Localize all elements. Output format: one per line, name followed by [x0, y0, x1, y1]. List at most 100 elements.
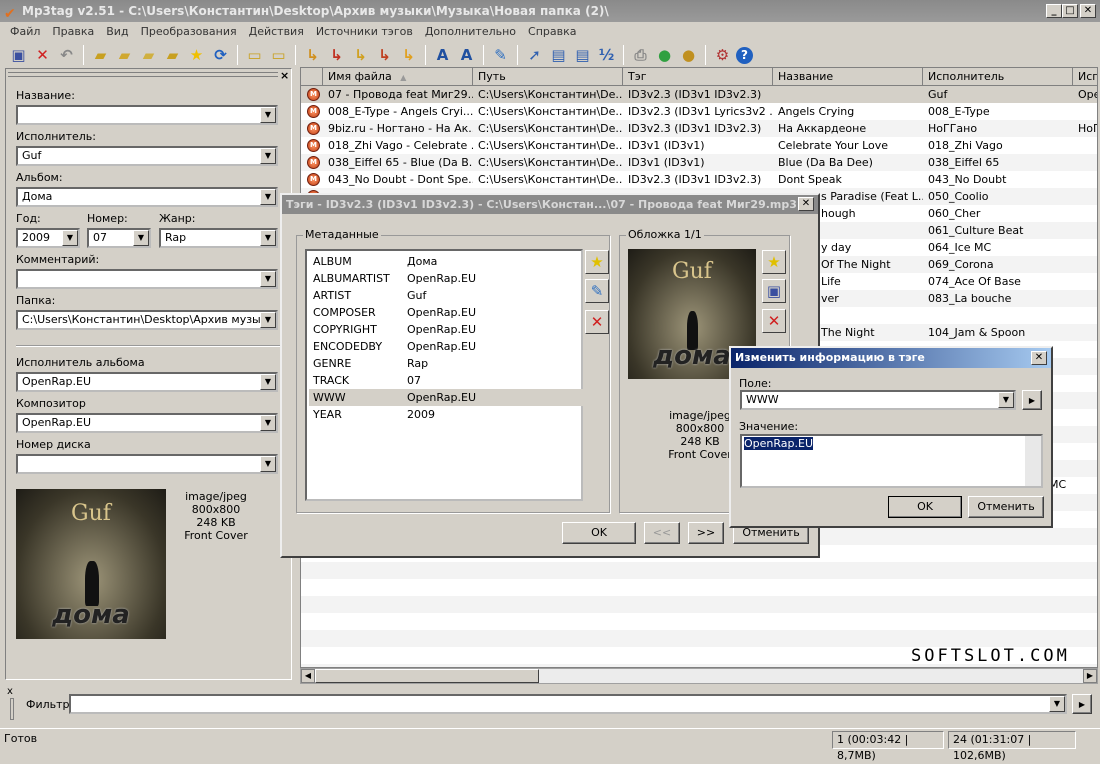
column-header[interactable]: Название	[773, 68, 923, 86]
chevron-down-icon[interactable]: ▼	[260, 374, 276, 390]
metadata-row[interactable]: ARTIST Guf	[309, 287, 583, 304]
column-header[interactable]: Путь	[473, 68, 623, 86]
tags-dialog-close-button[interactable]: ✕	[798, 197, 814, 211]
chevron-down-icon[interactable]: ▼	[260, 189, 276, 205]
column-header[interactable]: Исп	[1073, 68, 1097, 86]
save-cover-button[interactable]: ▣	[762, 279, 786, 303]
album-cover[interactable]: Guf дома	[16, 489, 166, 639]
favorite-folder-icon[interactable]: ▰	[162, 45, 183, 66]
chevron-down-icon[interactable]: ▼	[260, 456, 276, 472]
field-combo[interactable]: Rap ▼	[159, 228, 278, 248]
field-combo[interactable]: OpenRap.EU ▼	[16, 413, 278, 433]
chevron-down-icon[interactable]: ▼	[260, 415, 276, 431]
add-cover-button[interactable]: ★	[762, 250, 786, 274]
maximize-button[interactable]: □	[1062, 4, 1078, 18]
change-directory-icon[interactable]: ▰	[90, 45, 111, 66]
save-icon[interactable]: ▣	[8, 45, 29, 66]
add-field-button[interactable]: ★	[585, 250, 609, 274]
undo-icon[interactable]: ↶	[56, 45, 77, 66]
table-row[interactable]: M 018_Zhi Vago - Celebrate ... C:\Users\Ко…	[301, 137, 1097, 154]
menu-item[interactable]: Справка	[522, 22, 582, 42]
column-header-icon[interactable]	[301, 68, 323, 86]
minimize-button[interactable]: _	[1046, 4, 1062, 18]
filename-to-tag-icon[interactable]: ↳	[326, 45, 347, 66]
table-row[interactable]	[301, 579, 1097, 596]
panel-grip[interactable]	[8, 72, 278, 77]
text-to-tag-icon[interactable]: ↳	[374, 45, 395, 66]
delete-cover-button[interactable]: ✕	[762, 309, 786, 333]
table-row[interactable]: M 008_E-Type - Angels Cryi... C:\Users\Кон…	[301, 103, 1097, 120]
field-menu-button[interactable]: ▶	[1022, 390, 1042, 410]
metadata-row[interactable]: GENRE Rap	[309, 355, 583, 372]
field-combo[interactable]: ▼	[16, 454, 278, 474]
freedb-icon[interactable]: ●	[678, 45, 699, 66]
horizontal-scrollbar[interactable]: ◀ ▶	[300, 668, 1098, 684]
field-combo[interactable]: ▼	[16, 105, 278, 125]
previous-file-button[interactable]: <<	[644, 522, 680, 544]
panel-close-icon[interactable]: ×	[280, 69, 289, 82]
edit-icon[interactable]: ✎	[490, 45, 511, 66]
metadata-row[interactable]: COPYRIGHT OpenRap.EU	[309, 321, 583, 338]
menu-item[interactable]: Правка	[46, 22, 100, 42]
table-row[interactable]	[301, 613, 1097, 630]
metadata-row[interactable]: COMPOSER OpenRap.EU	[309, 304, 583, 321]
menu-item[interactable]: Преобразования	[135, 22, 243, 42]
filter-close-icon[interactable]: x	[7, 686, 13, 697]
field-combo[interactable]: C:\Users\Константин\Desktop\Архив музыки…	[16, 310, 278, 330]
edit-cancel-button[interactable]: Отменить	[968, 496, 1044, 518]
menu-item[interactable]: Действия	[243, 22, 310, 42]
table-row[interactable]	[301, 596, 1097, 613]
tag-to-tag-icon[interactable]: ↳	[350, 45, 371, 66]
options-icon[interactable]: ⚙	[712, 45, 733, 66]
table-row[interactable]: M 9biz.ru - Ногтано - На Ак... C:\Users\Ко…	[301, 120, 1097, 137]
numbering-icon[interactable]: ½	[596, 45, 617, 66]
chevron-down-icon[interactable]: ▼	[133, 230, 149, 246]
metadata-row[interactable]: TRACK 07	[309, 372, 583, 389]
column-header[interactable]: Имя файла ▲	[323, 68, 473, 86]
add-directory-icon[interactable]: ▰	[114, 45, 135, 66]
chevron-down-icon[interactable]: ▼	[1049, 696, 1065, 712]
filter-go-button[interactable]: ▶	[1072, 694, 1092, 714]
menu-item[interactable]: Файл	[4, 22, 46, 42]
field-combo[interactable]: Guf ▼	[16, 146, 278, 166]
menu-item[interactable]: Вид	[100, 22, 134, 42]
chevron-down-icon[interactable]: ▼	[260, 148, 276, 164]
metadata-row[interactable]: ALBUMARTIST OpenRap.EU	[309, 270, 583, 287]
table-row[interactable]	[301, 562, 1097, 579]
playlist-icon[interactable]: ▤	[548, 45, 569, 66]
case-conversion-icon[interactable]: A	[432, 45, 453, 66]
filter-input[interactable]: ▼	[69, 694, 1067, 714]
metadata-row[interactable]: WWW OpenRap.EU	[309, 389, 583, 406]
field-combo[interactable]: 2009 ▼	[16, 228, 80, 248]
field-combo[interactable]: Дома ▼	[16, 187, 278, 207]
replace-icon[interactable]: A	[456, 45, 477, 66]
scroll-right-button[interactable]: ▶	[1083, 669, 1097, 683]
table-row[interactable]: M 07 - Провода feat Миг29... C:\Users\Конс…	[301, 86, 1097, 103]
delete-field-button[interactable]: ✕	[585, 310, 609, 334]
star-icon[interactable]: ★	[186, 45, 207, 66]
tag-to-text-icon[interactable]: ↳	[398, 45, 419, 66]
scroll-thumb[interactable]	[315, 669, 539, 683]
close-button[interactable]: ✕	[1080, 4, 1096, 18]
open-folder-icon[interactable]: ▰	[138, 45, 159, 66]
chevron-down-icon[interactable]: ▼	[998, 392, 1014, 408]
refresh-icon[interactable]: ⟳	[210, 45, 231, 66]
copy-tag-icon[interactable]: ▭	[244, 45, 265, 66]
menu-item[interactable]: Дополнительно	[419, 22, 522, 42]
next-file-button[interactable]: >>	[688, 522, 724, 544]
list-icon[interactable]: ▤	[572, 45, 593, 66]
remove-tag-icon[interactable]: ✕	[32, 45, 53, 66]
field-combo[interactable]: ▼	[16, 269, 278, 289]
field-combo[interactable]: 07 ▼	[87, 228, 151, 248]
vertical-scrollbar[interactable]	[1025, 436, 1041, 486]
chevron-down-icon[interactable]: ▼	[260, 230, 276, 246]
column-header[interactable]: Тэг	[623, 68, 773, 86]
field-combo[interactable]: OpenRap.EU ▼	[16, 372, 278, 392]
metadata-row[interactable]: YEAR 2009	[309, 406, 583, 423]
value-textarea[interactable]: OpenRap.EU	[740, 434, 1043, 488]
scroll-left-button[interactable]: ◀	[301, 669, 315, 683]
table-row[interactable]: M 038_Eiffel 65 - Blue (Da B... C:\Users\К…	[301, 154, 1097, 171]
chevron-down-icon[interactable]: ▼	[260, 271, 276, 287]
field-select[interactable]: WWW ▼	[740, 390, 1016, 410]
edit-ok-button[interactable]: OK	[888, 496, 962, 518]
